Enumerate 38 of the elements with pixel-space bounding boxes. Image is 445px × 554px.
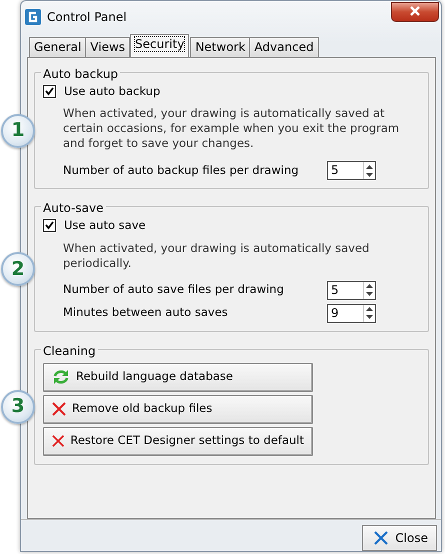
description-text: When activated, your drawing is automatically saved at certain occasions, for example when you exit the program and forget to save your changes.	[63, 106, 400, 152]
close-icon	[410, 6, 420, 16]
tab[interactable]: Security	[130, 34, 190, 57]
cross-icon	[52, 434, 64, 448]
close-button[interactable]: Close	[362, 525, 437, 551]
field-label: Number of auto save files per drawing	[63, 281, 284, 298]
tab[interactable]: General	[29, 37, 86, 57]
tab[interactable]: Views	[85, 37, 130, 57]
up-arrow-icon	[366, 165, 373, 169]
number-spinner[interactable]: 9	[327, 304, 376, 322]
callout-number: 1	[1, 114, 35, 148]
checkbox[interactable]	[43, 85, 56, 98]
tab[interactable]: Network	[190, 37, 250, 57]
app-logo-icon	[25, 9, 41, 25]
down-arrow-icon	[366, 172, 373, 176]
field-label: Minutes between auto saves	[63, 304, 228, 322]
action-button[interactable]: Rebuild language database	[43, 362, 313, 392]
callout-number: 2	[1, 252, 35, 286]
up-arrow-icon	[366, 284, 373, 288]
action-button[interactable]: Restore CET Designer settings to default	[43, 426, 313, 456]
action-button[interactable]: Remove old backup files	[43, 394, 313, 424]
window-title: Control Panel	[47, 9, 127, 26]
checkbox[interactable]	[43, 219, 56, 232]
checkbox-label: Use auto save	[64, 217, 146, 234]
description-text: When activated, your drawing is automatically saved periodically.	[63, 240, 370, 270]
number-spinner[interactable]: 5	[327, 280, 376, 300]
number-spinner[interactable]: 5	[327, 161, 376, 180]
down-arrow-icon	[366, 314, 373, 319]
refresh-icon	[52, 369, 70, 385]
close-icon	[373, 530, 390, 546]
close-button[interactable]	[391, 2, 439, 22]
up-arrow-icon	[366, 307, 373, 312]
callout-number: 3	[1, 390, 35, 424]
tab[interactable]: Advanced	[249, 37, 319, 57]
down-arrow-icon	[366, 292, 373, 296]
checkbox-label: Use auto backup	[64, 83, 160, 100]
field-label: Number of auto backup files per drawing	[63, 162, 299, 180]
cross-icon	[52, 402, 66, 416]
